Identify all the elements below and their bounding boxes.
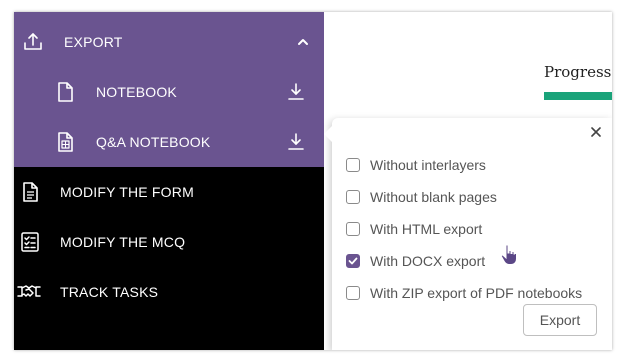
checklist-icon bbox=[19, 231, 41, 253]
checkbox[interactable] bbox=[346, 158, 360, 172]
sidebar-item-label: MODIFY THE FORM bbox=[60, 184, 194, 200]
option-label: With ZIP export of PDF notebooks bbox=[370, 285, 583, 301]
checkbox[interactable] bbox=[346, 190, 360, 204]
document-icon bbox=[54, 81, 76, 103]
form-icon bbox=[19, 181, 41, 203]
option-with-zip-export[interactable]: With ZIP export of PDF notebooks bbox=[346, 283, 582, 303]
sidebar-item-label: MODIFY THE MCQ bbox=[60, 234, 186, 250]
sidebar-item-label: Q&A NOTEBOOK bbox=[96, 134, 211, 150]
option-without-interlayers[interactable]: Without interlayers bbox=[346, 155, 486, 175]
option-label: Without interlayers bbox=[370, 157, 486, 173]
upload-icon bbox=[22, 31, 44, 53]
app-window: EXPORT NOTEBOOK Q&A NOTEBOOK MODIFY THE … bbox=[14, 12, 612, 350]
sidebar: EXPORT NOTEBOOK Q&A NOTEBOOK MODIFY THE … bbox=[14, 12, 324, 350]
checkbox-checked[interactable] bbox=[346, 254, 360, 268]
checkbox[interactable] bbox=[346, 286, 360, 300]
progress-label: Progress bbox=[544, 63, 612, 81]
chevron-up-icon[interactable] bbox=[294, 33, 312, 51]
progress-bar bbox=[544, 92, 612, 100]
sidebar-item-modify-form[interactable]: MODIFY THE FORM bbox=[14, 167, 324, 217]
sidebar-item-track-tasks[interactable]: TRACK TASKS bbox=[14, 267, 324, 317]
option-with-docx-export[interactable]: With DOCX export bbox=[346, 251, 485, 271]
sidebar-item-qa-notebook[interactable]: Q&A NOTEBOOK bbox=[14, 117, 324, 167]
checkbox[interactable] bbox=[346, 222, 360, 236]
hand-cursor-icon bbox=[500, 244, 518, 266]
handshake-icon bbox=[16, 281, 42, 303]
download-icon[interactable] bbox=[287, 133, 305, 151]
sidebar-item-label: EXPORT bbox=[64, 34, 123, 50]
download-icon[interactable] bbox=[287, 83, 305, 101]
export-options-popup: Without interlayers Without blank pages … bbox=[324, 118, 612, 350]
close-icon[interactable] bbox=[588, 124, 604, 140]
sidebar-item-label: TRACK TASKS bbox=[60, 284, 159, 300]
sidebar-item-notebook[interactable]: NOTEBOOK bbox=[14, 67, 324, 117]
sidebar-item-label: NOTEBOOK bbox=[96, 84, 177, 100]
option-with-html-export[interactable]: With HTML export bbox=[346, 219, 482, 239]
sidebar-item-modify-mcq[interactable]: MODIFY THE MCQ bbox=[14, 217, 324, 267]
qa-document-icon bbox=[54, 131, 76, 153]
popup-arrow bbox=[324, 126, 332, 142]
option-label: Without blank pages bbox=[370, 189, 497, 205]
sidebar-item-export[interactable]: EXPORT bbox=[14, 17, 324, 67]
export-button[interactable]: Export bbox=[523, 304, 597, 336]
option-label: With DOCX export bbox=[370, 253, 486, 269]
option-label: With HTML export bbox=[370, 221, 483, 237]
option-without-blank-pages[interactable]: Without blank pages bbox=[346, 187, 497, 207]
